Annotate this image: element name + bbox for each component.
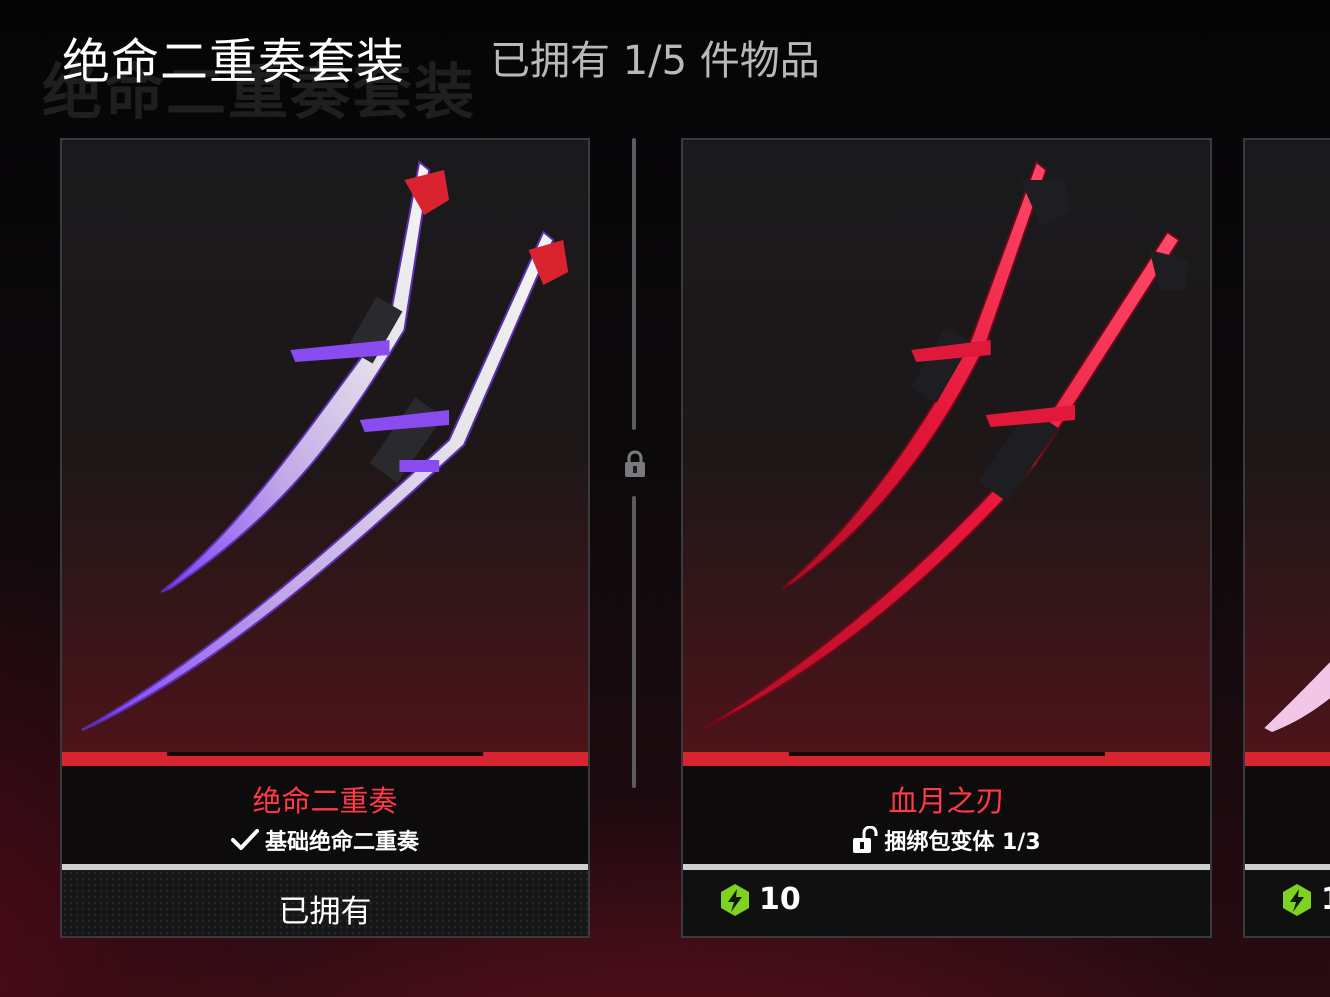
owned-label: 已拥有 bbox=[278, 894, 372, 930]
item-card-dual-blades[interactable]: 绝命二重奏 基础绝命二重奏 已拥有 bbox=[60, 138, 590, 938]
item-info: 绝命二重奏 基础绝命二重奏 bbox=[62, 766, 588, 864]
price-footer[interactable]: 1 bbox=[1245, 870, 1330, 936]
owned-count: 已拥有 1/5 件物品 bbox=[490, 38, 820, 84]
lock-icon bbox=[625, 450, 645, 477]
price-value: 1 bbox=[1321, 882, 1330, 917]
rarity-band bbox=[62, 752, 588, 766]
partial-item-artwork bbox=[1264, 662, 1330, 732]
price: 1 bbox=[1281, 882, 1330, 917]
item-card-partial[interactable]: 1 bbox=[1243, 138, 1330, 938]
blood-moon-blade-artwork bbox=[702, 160, 1190, 729]
item-subtitle: 捆绑包变体 1/3 bbox=[852, 824, 1041, 856]
rarity-band bbox=[1245, 752, 1330, 766]
price: 10 bbox=[719, 882, 801, 917]
item-separator bbox=[621, 138, 649, 788]
item-subtitle-text: 基础绝命二重奏 bbox=[264, 830, 419, 855]
dual-blades-artwork bbox=[81, 160, 569, 731]
item-name: 血月之刃 bbox=[888, 784, 1005, 818]
item-card-blood-moon-blade[interactable]: 血月之刃 捆绑包变体 1/3 10 bbox=[681, 138, 1212, 938]
item-info: 血月之刃 捆绑包变体 1/3 bbox=[683, 766, 1210, 864]
crafting-metal-icon bbox=[1283, 883, 1311, 916]
unlock-icon bbox=[853, 826, 878, 853]
checkmark-icon bbox=[230, 829, 259, 850]
header: 绝命二重奏套装 绝命二重奏套装 已拥有 1/5 件物品 bbox=[0, 0, 1330, 128]
owned-footer: 已拥有 bbox=[62, 870, 588, 936]
set-title: 绝命二重奏套装 bbox=[62, 34, 406, 90]
rarity-band bbox=[683, 752, 1210, 766]
price-value: 10 bbox=[759, 882, 801, 917]
item-name: 绝命二重奏 bbox=[252, 784, 398, 818]
item-subtitle-text: 捆绑包变体 1/3 bbox=[884, 830, 1041, 855]
item-subtitle: 基础绝命二重奏 bbox=[230, 824, 419, 856]
price-footer[interactable]: 10 bbox=[683, 870, 1210, 936]
item-info bbox=[1245, 766, 1330, 864]
crafting-metal-icon bbox=[721, 883, 749, 916]
